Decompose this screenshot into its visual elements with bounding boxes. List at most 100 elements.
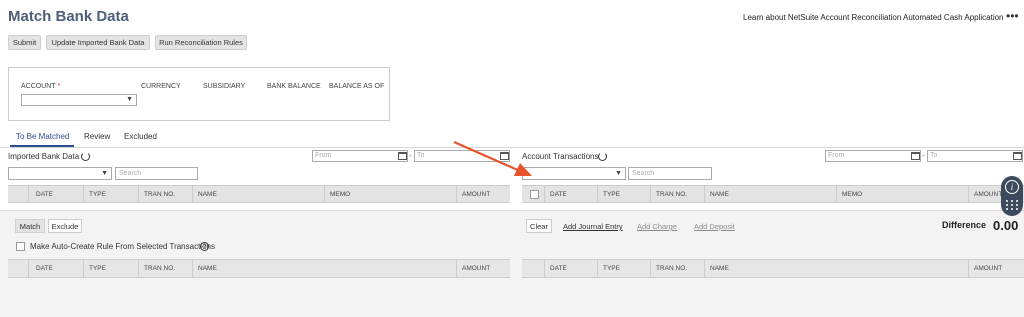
tab-review[interactable]: Review [84, 132, 110, 141]
annotation-arrow-icon [453, 140, 532, 176]
column-divider [138, 186, 139, 203]
col-date[interactable]: DATE [550, 191, 567, 198]
col-amount[interactable]: AMOUNT [462, 191, 490, 198]
col-amount[interactable]: AMOUNT [462, 265, 490, 272]
column-divider [650, 260, 651, 277]
add-charge-link[interactable]: Add Charge [637, 222, 677, 231]
col-type[interactable]: TYPE [89, 265, 106, 272]
tab-to-be-matched[interactable]: To Be Matched [16, 132, 69, 141]
imported-search-input[interactable]: Search [115, 167, 198, 180]
add-journal-entry-link[interactable]: Add Journal Entry [563, 222, 623, 231]
select-all-checkbox[interactable] [530, 190, 539, 199]
account-select[interactable]: ▼ [21, 94, 137, 106]
col-amount[interactable]: AMOUNT [974, 191, 1002, 198]
account-tx-to-date[interactable]: To [927, 150, 1023, 162]
col-name[interactable]: NAME [710, 265, 729, 272]
currency-label: CURRENCY [141, 83, 181, 90]
match-button[interactable]: Match [15, 219, 45, 233]
col-name[interactable]: NAME [198, 265, 217, 272]
update-imported-bank-data-button[interactable]: Update Imported Bank Data [46, 35, 150, 50]
difference-value: 0.00 [993, 218, 1019, 233]
column-divider [704, 186, 705, 203]
add-deposit-link[interactable]: Add Deposit [694, 222, 735, 231]
column-divider [28, 260, 29, 277]
learn-reconciliation-link[interactable]: Learn about NetSuite Account Reconciliat… [743, 13, 901, 22]
help-icon[interactable]: ? [200, 242, 209, 251]
column-divider [138, 260, 139, 277]
required-marker: * [57, 83, 61, 90]
col-name[interactable]: NAME [198, 191, 217, 198]
col-memo[interactable]: MEMO [842, 191, 862, 198]
calendar-icon[interactable] [1013, 152, 1022, 160]
column-divider [456, 260, 457, 277]
chevron-down-icon: ▼ [615, 170, 622, 177]
tab-excluded[interactable]: Excluded [124, 132, 157, 141]
column-divider [544, 186, 545, 203]
col-date[interactable]: DATE [36, 191, 53, 198]
col-type[interactable]: TYPE [89, 191, 106, 198]
col-tran-no[interactable]: TRAN NO. [656, 265, 687, 272]
col-date[interactable]: DATE [550, 265, 567, 272]
col-type[interactable]: TYPE [603, 191, 620, 198]
run-reconciliation-rules-button[interactable]: Run Reconciliation Rules [155, 35, 247, 50]
date-range-dash: - [922, 151, 925, 160]
column-divider [650, 186, 651, 203]
auto-create-rule-checkbox[interactable] [16, 242, 25, 251]
column-divider [704, 260, 705, 277]
column-divider [28, 186, 29, 203]
auto-create-rule-label: Make Auto-Create Rule From Selected Tran… [30, 242, 215, 251]
column-divider [192, 186, 193, 203]
clear-button[interactable]: Clear [526, 219, 552, 233]
column-divider [597, 186, 598, 203]
more-dots-icon[interactable]: ••• [1006, 9, 1019, 23]
floating-help-widget[interactable]: i [1001, 176, 1023, 216]
imported-filter-select[interactable]: ▼ [8, 167, 112, 180]
arrow-shaft [453, 140, 521, 173]
col-tran-no[interactable]: TRAN NO. [144, 265, 175, 272]
chevron-down-icon: ▼ [126, 96, 133, 103]
col-tran-no[interactable]: TRAN NO. [656, 191, 687, 198]
difference-label: Difference [942, 220, 987, 230]
column-divider [968, 260, 969, 277]
refresh-icon[interactable] [598, 152, 607, 161]
column-divider [597, 260, 598, 277]
column-divider [192, 260, 193, 277]
column-divider [836, 186, 837, 203]
account-panel: ACCOUNT * CURRENCY SUBSIDIARY BANK BALAN… [8, 67, 390, 121]
balance-as-of-label: BALANCE AS OF [329, 83, 385, 90]
column-divider [324, 186, 325, 203]
column-divider [968, 186, 969, 203]
col-date[interactable]: DATE [36, 265, 53, 272]
account-tx-from-date[interactable]: From [825, 150, 921, 162]
col-amount[interactable]: AMOUNT [974, 265, 1002, 272]
column-divider [83, 260, 84, 277]
account-tx-search-input[interactable]: Search [628, 167, 712, 180]
refresh-icon[interactable] [81, 152, 90, 161]
account-label-text: ACCOUNT [21, 83, 56, 90]
imported-grid-header: DATE TYPE TRAN NO. NAME MEMO AMOUNT [8, 185, 510, 203]
calendar-icon[interactable] [911, 152, 920, 160]
account-label: ACCOUNT * [21, 83, 60, 90]
col-name[interactable]: NAME [710, 191, 729, 198]
exclude-button[interactable]: Exclude [48, 219, 82, 233]
account-tx-grid-header: DATE TYPE TRAN NO. NAME MEMO AMOUNT [522, 185, 1024, 203]
imported-bank-data-title: Imported Bank Data [8, 152, 80, 161]
info-icon[interactable]: i [1005, 180, 1019, 194]
column-divider [83, 186, 84, 203]
page-title: Match Bank Data [8, 8, 129, 25]
date-range-dash: - [409, 151, 412, 160]
calendar-icon[interactable] [398, 152, 407, 160]
submit-button[interactable]: Submit [8, 35, 41, 50]
column-divider [544, 260, 545, 277]
imported-from-date[interactable]: From [312, 150, 408, 162]
automated-cash-link[interactable]: Automated Cash Application [903, 13, 1004, 22]
grid-dots-icon[interactable] [1006, 200, 1018, 210]
selected-account-tx-grid-header: DATE TYPE TRAN NO. NAME AMOUNT [522, 259, 1024, 278]
col-type[interactable]: TYPE [603, 265, 620, 272]
chevron-down-icon: ▼ [101, 170, 108, 177]
column-divider [456, 186, 457, 203]
col-tran-no[interactable]: TRAN NO. [144, 191, 175, 198]
bank-balance-label: BANK BALANCE [267, 83, 321, 90]
col-memo[interactable]: MEMO [330, 191, 350, 198]
subsidiary-label: SUBSIDIARY [203, 83, 246, 90]
